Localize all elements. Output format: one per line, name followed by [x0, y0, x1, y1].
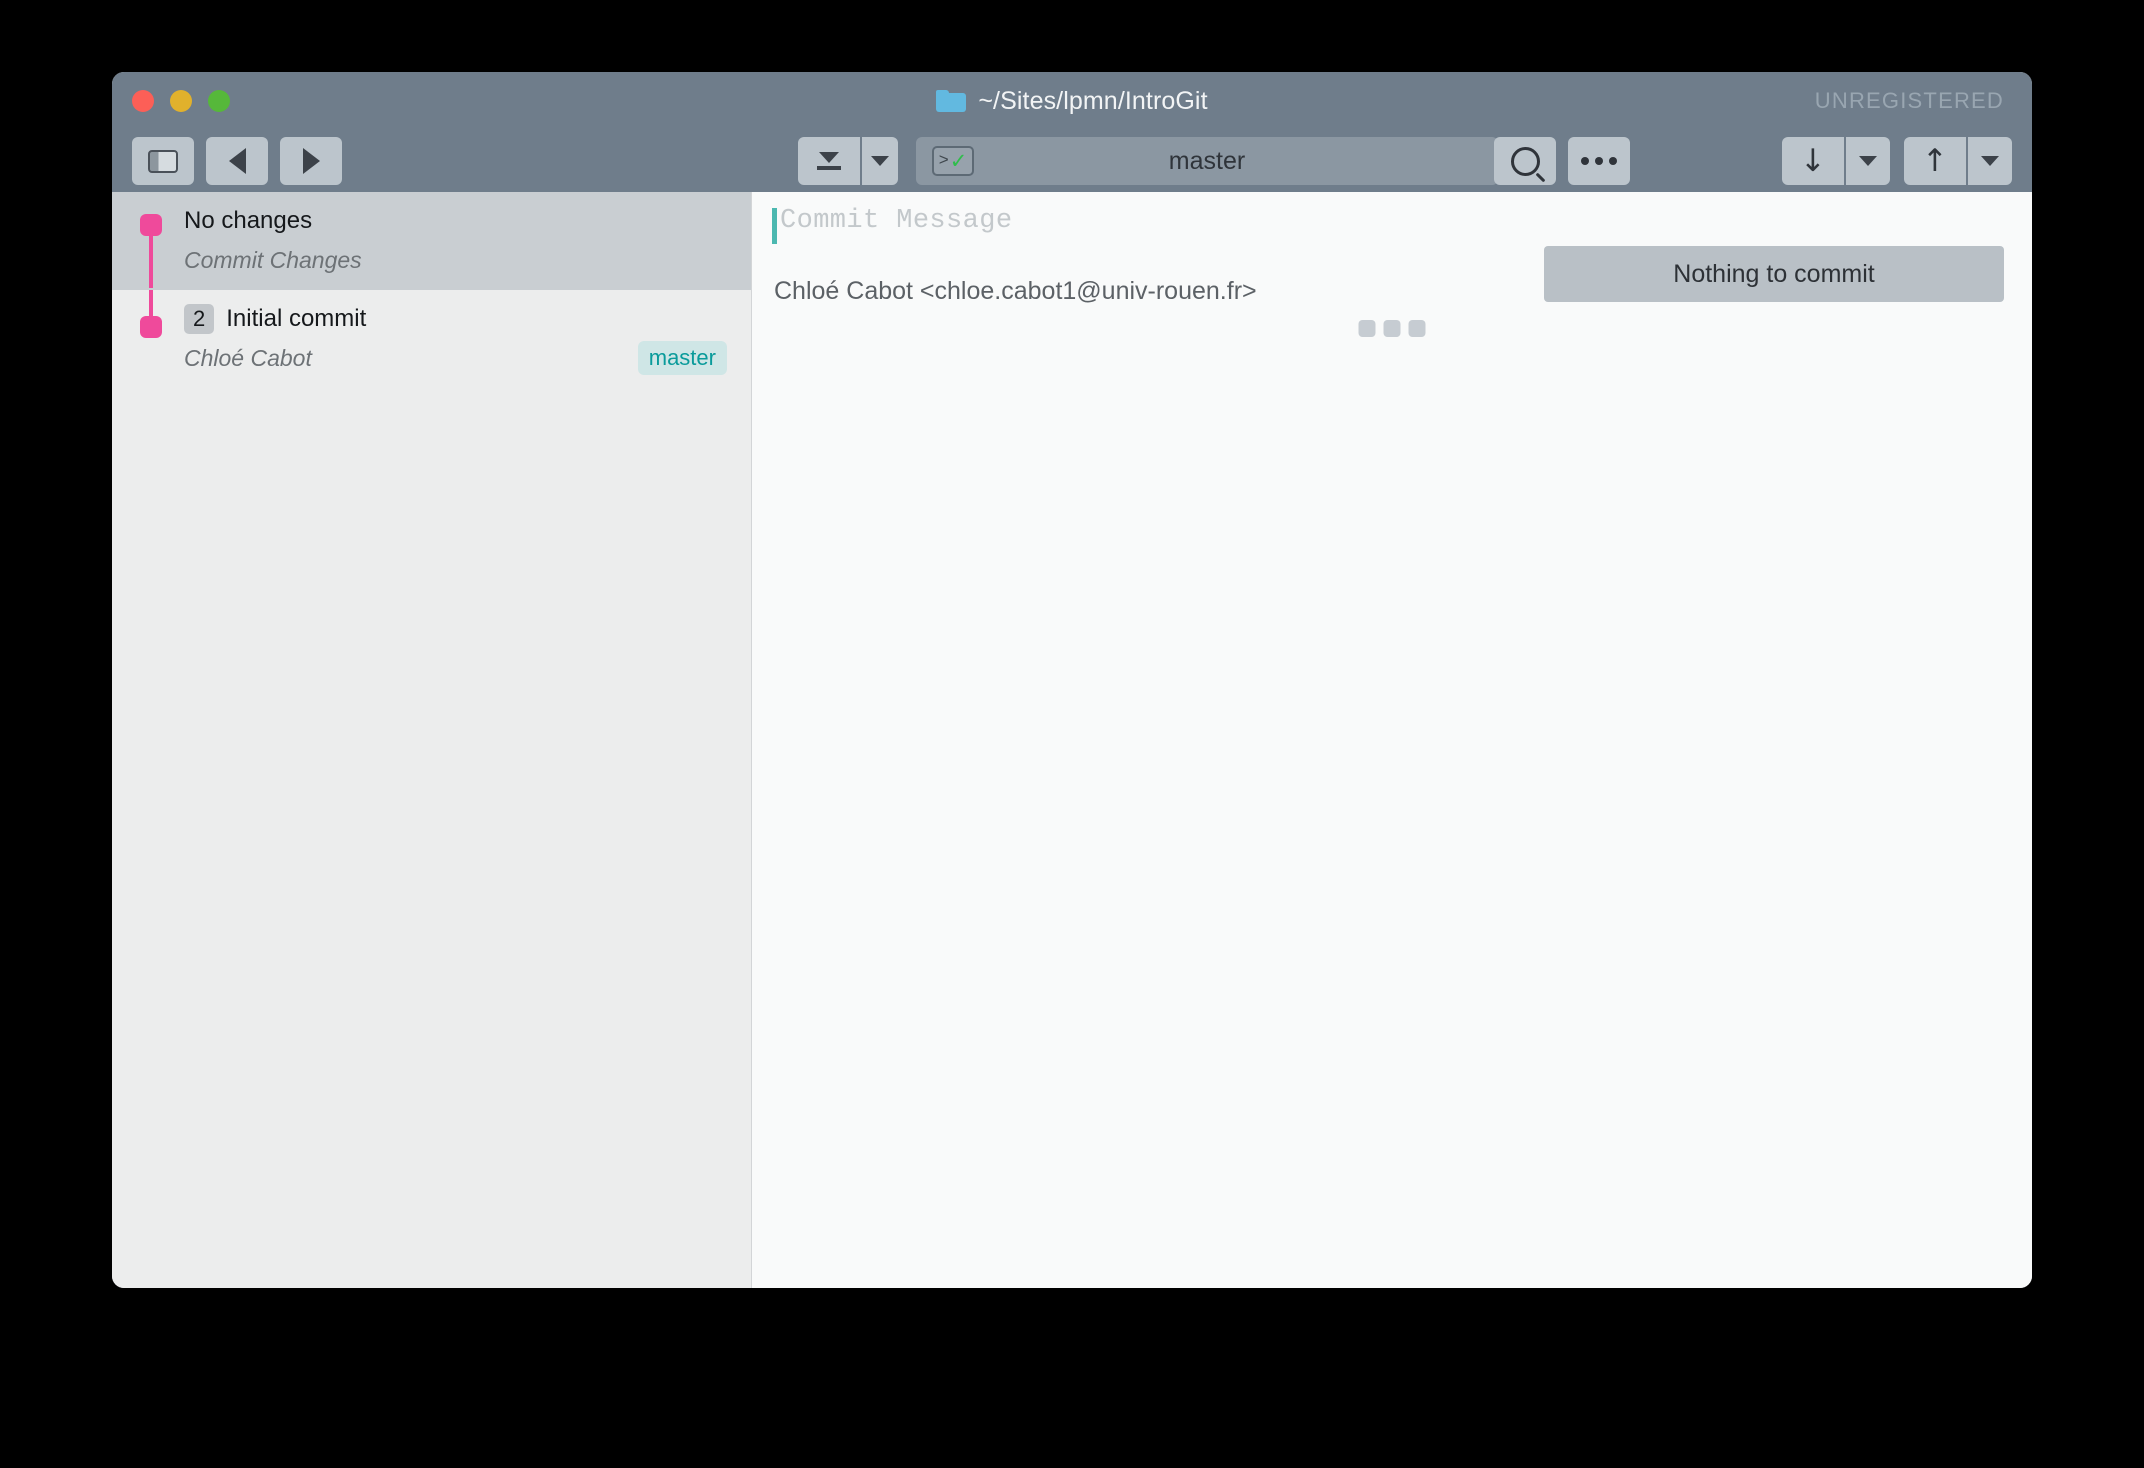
title-bar: ~/Sites/lpmn/IntroGit UNREGISTERED — [112, 72, 2032, 130]
body-split: No changes Commit Changes 2 Initial comm… — [112, 192, 2032, 1288]
pull-dropdown-button[interactable] — [1846, 137, 1890, 185]
chevron-down-icon — [1859, 156, 1877, 166]
sidebar-toggle-icon — [148, 149, 178, 173]
commit-title-text: Initial commit — [226, 305, 367, 332]
arrow-down-icon: ↓ — [1800, 142, 1826, 179]
commit-subtitle: Chloé Cabot master — [184, 341, 727, 375]
window-title-text: ~/Sites/lpmn/IntroGit — [978, 86, 1208, 115]
commit-graph-column — [134, 290, 170, 388]
commit-author-identity: Chloé Cabot <chloe.cabot1@univ-rouen.fr> — [774, 276, 1257, 305]
forward-button[interactable] — [280, 137, 342, 185]
toolbar-left-group — [132, 137, 342, 185]
commit-history-sidebar[interactable]: No changes Commit Changes 2 Initial comm… — [112, 192, 752, 1288]
graph-line — [149, 232, 153, 288]
ellipsis-icon — [1581, 157, 1617, 165]
current-branch-label: master — [1168, 146, 1246, 175]
push-dropdown-button[interactable] — [1968, 137, 2012, 185]
more-options-button[interactable] — [1568, 137, 1630, 185]
stash-icon — [817, 152, 841, 170]
commit-list-item-working-copy[interactable]: No changes Commit Changes — [112, 192, 751, 290]
text-caret — [772, 208, 777, 244]
commit-button[interactable]: Nothing to commit — [1544, 246, 2004, 302]
commit-title-text: No changes — [184, 207, 313, 234]
triangle-left-icon — [228, 148, 246, 174]
stash-button[interactable] — [798, 137, 860, 185]
toolbar-search-group — [1494, 137, 1630, 185]
commit-file-count-badge: 2 — [184, 304, 215, 334]
stash-button-group — [798, 137, 898, 185]
chevron-down-icon — [871, 156, 889, 166]
search-button[interactable] — [1494, 137, 1556, 185]
window-title: ~/Sites/lpmn/IntroGit — [112, 72, 2032, 130]
close-window-button[interactable] — [132, 90, 154, 112]
drag-handle-icon[interactable] — [1358, 320, 1426, 337]
pull-button[interactable]: ↓ — [1782, 137, 1844, 185]
commit-message-placeholder: Commit Message — [780, 206, 1013, 236]
app-window: ~/Sites/lpmn/IntroGit UNREGISTERED > ✓ m… — [112, 72, 2032, 1288]
search-icon — [1510, 146, 1540, 176]
push-button-group: ↑ — [1904, 137, 2012, 185]
sidebar-toggle-button[interactable] — [132, 137, 194, 185]
triangle-right-icon — [302, 148, 320, 174]
terminal-check-icon[interactable]: > ✓ — [932, 146, 974, 176]
folder-icon — [936, 90, 967, 112]
toolbar: > ✓ master ↓ ↑ — [112, 130, 2032, 192]
commit-text-block: 2 Initial commit Chloé Cabot master — [184, 302, 751, 375]
commit-subtitle-text: Commit Changes — [184, 246, 362, 273]
commit-subtitle: Commit Changes — [184, 244, 727, 276]
back-button[interactable] — [206, 137, 268, 185]
toolbar-sync-group: ↓ ↑ — [1782, 137, 2012, 185]
commit-graph-column — [134, 192, 170, 290]
traffic-lights — [132, 90, 230, 112]
pull-button-group: ↓ — [1782, 137, 1890, 185]
commit-author-text: Chloé Cabot — [184, 344, 312, 371]
arrow-up-icon: ↑ — [1922, 142, 1948, 179]
maximize-window-button[interactable] — [208, 90, 230, 112]
toolbar-center-group: > ✓ master — [798, 137, 1498, 185]
commit-panel: Commit Message Chloé Cabot <chloe.cabot1… — [752, 192, 2032, 1288]
graph-node-icon — [140, 316, 162, 338]
minimize-window-button[interactable] — [170, 90, 192, 112]
commit-title: No changes — [184, 204, 727, 238]
stash-dropdown-button[interactable] — [862, 137, 898, 185]
commit-text-block: No changes Commit Changes — [184, 204, 751, 276]
commit-title: 2 Initial commit — [184, 302, 727, 336]
branch-bar[interactable]: > ✓ master — [916, 137, 1498, 185]
registration-status-label: UNREGISTERED — [1814, 88, 2004, 113]
chevron-down-icon — [1981, 156, 1999, 166]
branch-badge-master[interactable]: master — [637, 341, 727, 375]
push-button[interactable]: ↑ — [1904, 137, 1966, 185]
commit-list-item-initial-commit[interactable]: 2 Initial commit Chloé Cabot master — [112, 290, 751, 388]
